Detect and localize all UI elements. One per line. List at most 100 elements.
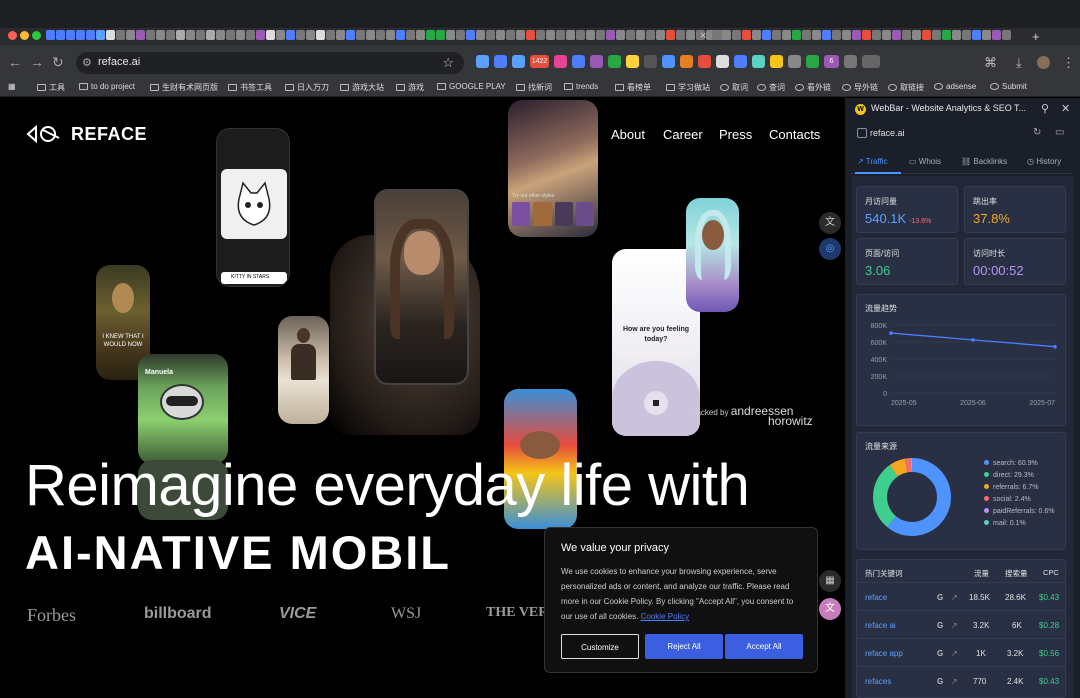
nav-about[interactable]: About [611,127,645,142]
back-arrow-icon[interactable]: ← [8,54,22,70]
tab-favicon[interactable] [656,30,665,40]
tab-favicon[interactable] [106,30,115,40]
tab-favicon[interactable] [576,30,585,40]
google-icon[interactable]: G [937,677,943,686]
tab-favicon[interactable] [216,30,225,40]
tab-favicon[interactable] [852,30,861,40]
tab-favicon[interactable] [456,30,465,40]
tab-favicon[interactable] [722,30,731,40]
customize-button[interactable]: Customize [561,634,639,659]
tab-favicon[interactable] [306,30,315,40]
trend-icon[interactable]: ↗ [951,593,958,602]
address-bar[interactable]: ⚙ reface.ai ☆ [76,52,464,74]
tab-favicon[interactable] [686,30,695,40]
reface-logo-text[interactable]: REFACE [71,124,147,145]
tab-favicon[interactable] [546,30,555,40]
forward-arrow-icon[interactable]: → [30,54,44,70]
bookmark-link[interactable]: 导外链 [842,82,878,93]
keyword-term[interactable]: refaces [865,677,891,686]
bookmark-folder[interactable]: 日入万刀 [285,82,329,93]
tab-favicon[interactable] [376,30,385,40]
bookmark-folder[interactable]: 找新词 [516,82,552,93]
tab-favicon[interactable] [832,30,841,40]
translate-icon[interactable]: 文 [819,212,841,234]
nav-career[interactable]: Career [663,127,703,142]
extension-icon[interactable] [590,55,603,68]
bookmark-folder[interactable]: GOOGLE PLAY [437,82,506,91]
tab-favicon[interactable] [636,30,645,40]
google-icon[interactable]: G [937,649,943,658]
tab-favicon[interactable] [952,30,961,40]
tab-favicon[interactable] [206,30,215,40]
refresh-icon[interactable]: ↻ [1033,127,1041,138]
tab-favicon[interactable] [872,30,881,40]
tab-favicon[interactable] [66,30,75,40]
translate-widget-icon[interactable]: 文 [819,598,841,620]
tab-favicon[interactable] [416,30,425,40]
tab-backlinks[interactable]: ⛓ Backlinks [961,157,1007,166]
tab-favicon[interactable] [186,30,195,40]
extension-icon[interactable] [554,55,567,68]
style-thumb[interactable] [533,202,552,226]
extension-icon[interactable] [644,55,657,68]
tab-favicon[interactable] [842,30,851,40]
style-thumb[interactable] [554,202,573,226]
apps-grid-icon[interactable]: ▦ [8,82,16,91]
bookmark-link[interactable]: Submit [990,82,1027,91]
tab-whois[interactable]: ▭ Whois [909,157,941,166]
tab-favicon[interactable] [136,30,145,40]
cookie-policy-link[interactable]: Cookie Policy [641,612,689,621]
tab-favicon[interactable] [116,30,125,40]
pinned-tabs-left[interactable] [46,30,725,42]
extension-badge[interactable]: 1422 [530,55,549,68]
extension-icon[interactable] [770,55,783,68]
tab-favicon[interactable] [176,30,185,40]
bookmark-link[interactable]: 看外链 [795,82,831,93]
bookmark-folder[interactable]: 工具 [37,82,65,93]
maximize-window-button[interactable] [32,31,41,40]
tab-favicon[interactable] [356,30,365,40]
tab-favicon[interactable] [882,30,891,40]
close-window-button[interactable] [8,31,17,40]
tab-favicon[interactable] [606,30,615,40]
bookmark-link[interactable]: 生财有术网页版 [150,82,218,93]
bookmark-link[interactable]: 取词 [720,82,748,93]
tab-favicon[interactable] [676,30,685,40]
tab-favicon[interactable] [902,30,911,40]
assistant-icon[interactable]: ◎ [819,238,841,260]
tab-favicon[interactable] [912,30,921,40]
qr-scan-icon[interactable]: ▦ [819,570,841,592]
extension-icon[interactable] [806,55,819,68]
bookmark-link[interactable]: 查词 [757,82,785,93]
tab-favicon[interactable] [96,30,105,40]
tab-favicon[interactable] [782,30,791,40]
bookmark-folder[interactable]: to do project [79,82,135,91]
expand-icon[interactable]: ▭ [1055,127,1064,138]
tab-favicon[interactable] [406,30,415,40]
minimize-window-button[interactable] [20,31,29,40]
reject-all-button[interactable]: Reject All [645,634,723,659]
extension-icon[interactable] [698,55,711,68]
address-url[interactable]: reface.ai [98,56,140,68]
tab-favicon[interactable] [426,30,435,40]
tab-favicon[interactable] [316,30,325,40]
tab-favicon[interactable] [596,30,605,40]
tab-favicon[interactable] [566,30,575,40]
tab-favicon[interactable] [56,30,65,40]
download-icon[interactable]: ⤓ [1016,55,1022,71]
tab-favicon[interactable] [236,30,245,40]
extension-icon[interactable] [734,55,747,68]
tab-favicon[interactable] [126,30,135,40]
tab-favicon[interactable] [196,30,205,40]
keyword-row[interactable]: refaces G ↗ 770 2.4K $0.43 [857,666,1065,694]
tab-favicon[interactable] [346,30,355,40]
keyword-term[interactable]: reface app [865,649,903,658]
style-thumb[interactable] [575,202,594,226]
tab-favicon[interactable] [772,30,781,40]
tab-favicon[interactable] [666,30,675,40]
tab-favicon[interactable] [226,30,235,40]
active-tab-close-icon[interactable]: × [700,28,710,45]
reload-icon[interactable]: ↻ [52,54,64,70]
tab-favicon[interactable] [246,30,255,40]
tab-favicon[interactable] [616,30,625,40]
